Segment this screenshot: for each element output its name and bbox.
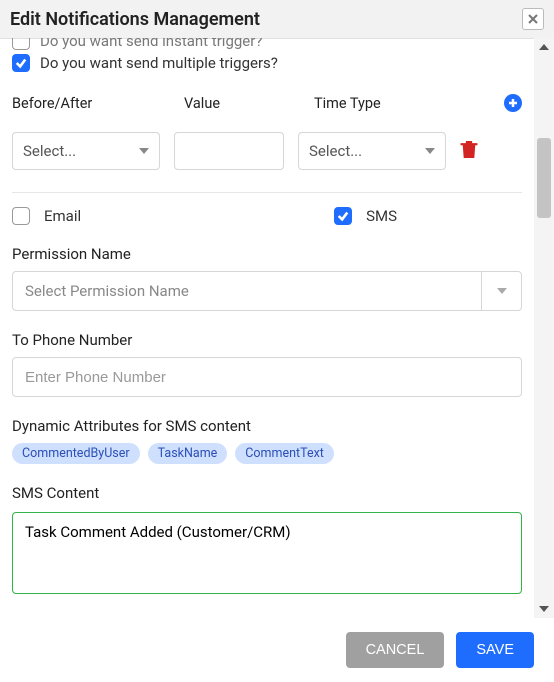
trigger-row: Select... Select...	[12, 132, 522, 170]
select-placeholder: Select...	[309, 142, 362, 160]
channel-row: Email SMS	[12, 207, 522, 225]
scroll-down-button[interactable]	[534, 600, 554, 618]
sms-checkbox[interactable]	[334, 207, 352, 225]
select-placeholder: Select...	[23, 142, 76, 160]
chip-commented-by-user[interactable]: CommentedByUser	[12, 443, 140, 464]
dialog-title: Edit Notifications Management	[10, 9, 260, 30]
sms-label: SMS	[366, 207, 397, 225]
plus-icon	[508, 98, 518, 108]
instant-trigger-row: Do you want send instant trigger?	[12, 38, 522, 50]
save-button[interactable]: SAVE	[456, 632, 534, 668]
chip-task-name[interactable]: TaskName	[148, 443, 228, 464]
instant-trigger-label: Do you want send instant trigger?	[40, 38, 262, 50]
multiple-trigger-row: Do you want send multiple triggers?	[12, 54, 522, 72]
col-value: Value	[184, 95, 314, 112]
permission-placeholder: Select Permission Name	[13, 282, 481, 300]
value-input[interactable]	[174, 132, 284, 170]
trash-icon	[460, 140, 478, 159]
email-checkbox[interactable]	[12, 207, 30, 225]
add-trigger-button[interactable]	[504, 94, 522, 112]
chip-comment-text[interactable]: CommentText	[235, 443, 334, 464]
chip-row: CommentedByUser TaskName CommentText	[12, 443, 522, 464]
dialog-body: Do you want send instant trigger? Do you…	[0, 38, 534, 618]
vertical-scrollbar[interactable]	[534, 38, 554, 618]
phone-input[interactable]	[12, 357, 522, 397]
chevron-down-icon	[139, 148, 149, 154]
phone-label: To Phone Number	[12, 331, 522, 349]
triangle-down-icon	[539, 606, 549, 612]
check-icon	[337, 210, 349, 222]
close-icon	[527, 13, 539, 25]
sms-content-textarea[interactable]	[12, 512, 522, 594]
email-label: Email	[44, 207, 81, 225]
divider	[12, 192, 522, 193]
permission-name-label: Permission Name	[12, 245, 522, 263]
trigger-columns-header: Before/After Value Time Type	[12, 94, 522, 112]
scroll-up-button[interactable]	[534, 38, 554, 56]
multiple-trigger-label: Do you want send multiple triggers?	[40, 54, 278, 72]
sms-content-label: SMS Content	[12, 484, 522, 502]
time-type-select[interactable]: Select...	[298, 132, 446, 170]
chevron-down-icon	[497, 288, 507, 294]
triangle-up-icon	[539, 44, 549, 50]
select-indicator	[481, 272, 521, 310]
check-icon	[15, 57, 27, 69]
chevron-down-icon	[425, 148, 435, 154]
cancel-button[interactable]: CANCEL	[346, 632, 445, 668]
permission-name-select[interactable]: Select Permission Name	[12, 271, 522, 311]
col-before-after: Before/After	[12, 95, 184, 112]
dynamic-attrs-label: Dynamic Attributes for SMS content	[12, 417, 522, 435]
multiple-trigger-checkbox[interactable]	[12, 54, 30, 72]
scroll-thumb[interactable]	[537, 138, 551, 218]
before-after-select[interactable]: Select...	[12, 132, 160, 170]
col-time-type: Time Type	[314, 95, 504, 112]
instant-trigger-checkbox[interactable]	[12, 38, 30, 50]
dialog-header: Edit Notifications Management	[0, 0, 554, 39]
close-button[interactable]	[522, 8, 544, 30]
delete-trigger-button[interactable]	[460, 140, 478, 163]
dialog-footer: CANCEL SAVE	[0, 618, 554, 682]
